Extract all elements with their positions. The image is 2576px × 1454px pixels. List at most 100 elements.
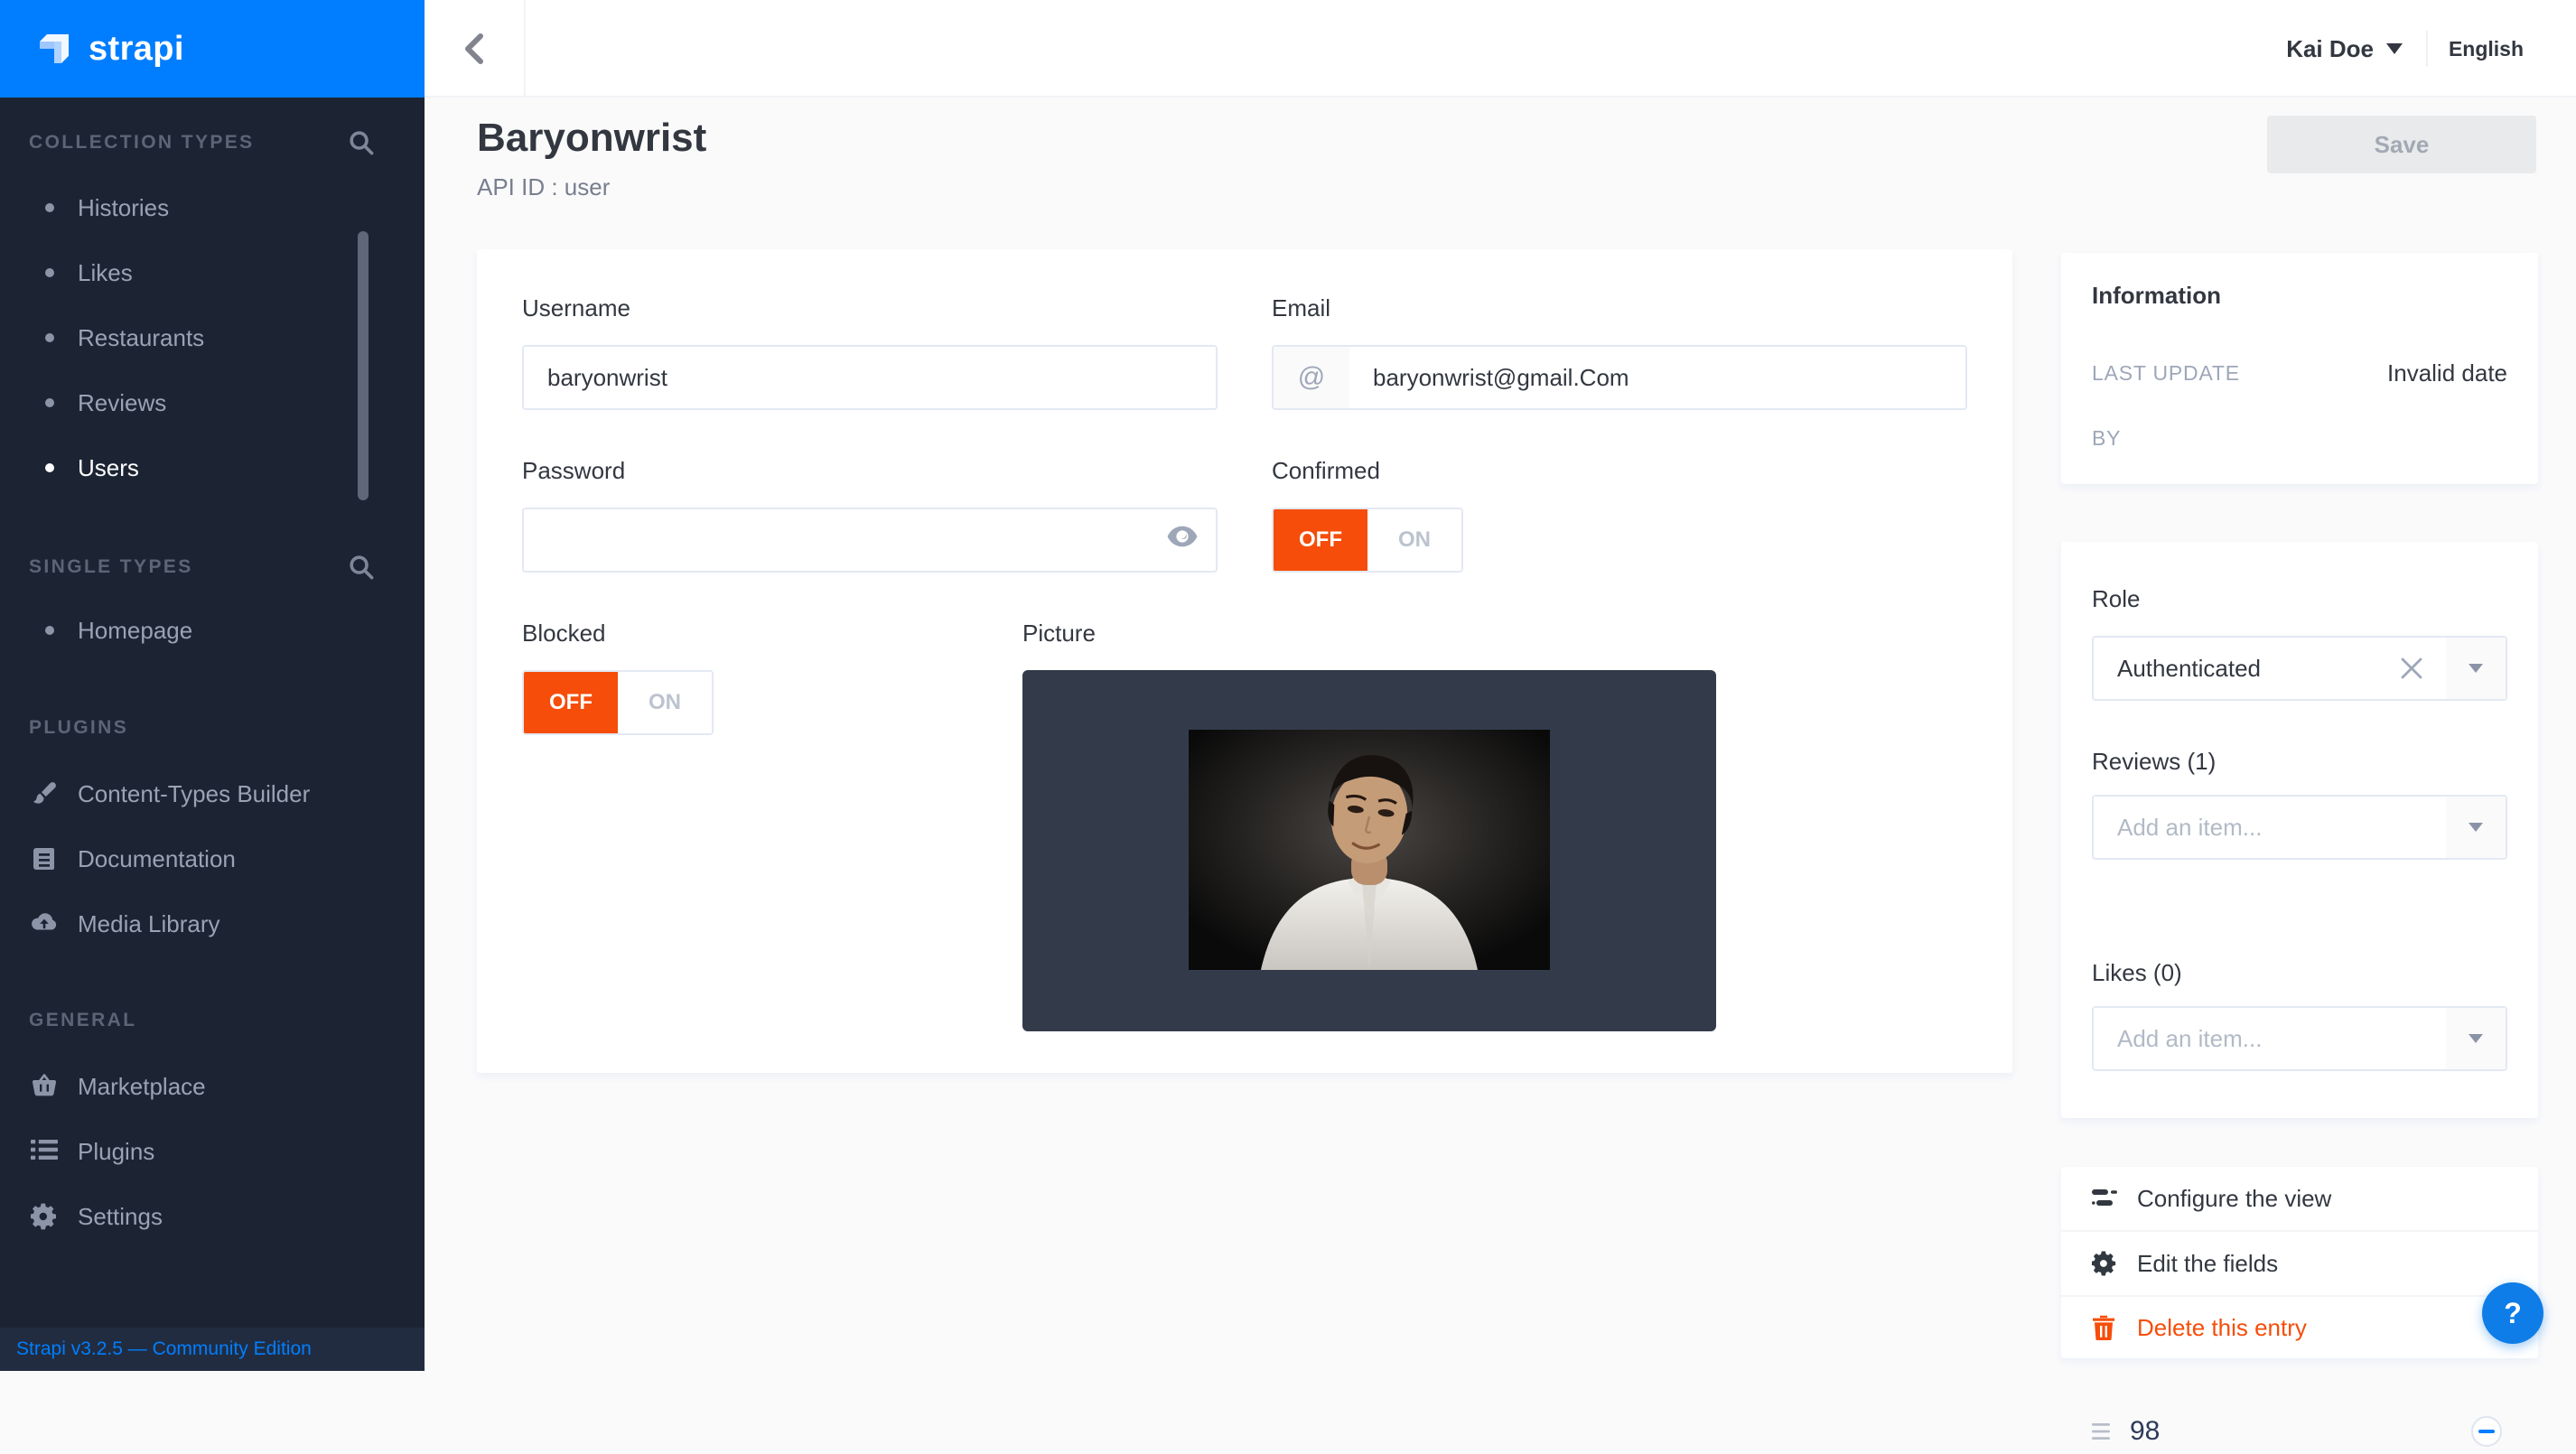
by-label: BY (2092, 426, 2121, 451)
cloud-upload-icon (31, 910, 58, 937)
topbar-divider (2426, 31, 2428, 67)
page-subtitle: API ID : user (477, 173, 610, 201)
sidebar-item-documentation[interactable]: Documentation (0, 845, 425, 872)
information-title: Information (2092, 282, 2221, 310)
confirmed-toggle: OFF ON (1272, 508, 1463, 573)
likes-add-placeholder: Add an item... (2094, 1025, 2446, 1053)
username-label: Username (522, 294, 630, 322)
reviews-add-placeholder: Add an item... (2094, 814, 2446, 842)
confirmed-label: Confirmed (1272, 457, 1380, 485)
sidebar-item-label: Reviews (78, 388, 166, 417)
sidebar-item-label: Users (78, 453, 139, 482)
last-update-value: Invalid date (2387, 359, 2507, 387)
plugins-section-title: PLUGINS (29, 717, 128, 739)
delete-entry-label: Delete this entry (2137, 1314, 2307, 1342)
sidebar-item-content-types-builder[interactable]: Content-Types Builder (0, 780, 425, 807)
sidebar: strapi COLLECTION TYPES Histories Likes … (0, 0, 425, 1371)
sidebar-item-label: Documentation (78, 845, 236, 872)
blocked-toggle: OFF ON (522, 670, 714, 735)
sidebar-item-label: Homepage (78, 616, 192, 645)
eye-icon[interactable] (1167, 526, 1198, 556)
sidebar-item-media-library[interactable]: Media Library (0, 910, 425, 937)
role-select[interactable]: Authenticated (2092, 636, 2507, 701)
relations-card: Role Authenticated Reviews (1) Add an it… (2061, 542, 2538, 1118)
sidebar-item-label: Settings (78, 1203, 163, 1230)
locale-toggle[interactable]: English (2449, 0, 2524, 98)
drag-handle-icon[interactable] (2092, 1423, 2110, 1440)
remove-minus-button[interactable] (2471, 1416, 2502, 1447)
information-card: Information LAST UPDATE Invalid date BY (2061, 253, 2538, 484)
sidebar-item-label: Histories (78, 193, 169, 222)
at-sign-addon: @ (1274, 347, 1349, 408)
sidebar-item-label: Plugins (78, 1138, 154, 1165)
email-input[interactable] (1349, 347, 1965, 408)
sidebar-scrollbar[interactable] (358, 231, 369, 500)
user-photo (1189, 730, 1550, 970)
blocked-toggle-off[interactable]: OFF (524, 672, 618, 733)
password-label: Password (522, 457, 625, 485)
user-name: Kai Doe (2286, 35, 2374, 63)
reviews-add-select[interactable]: Add an item... (2092, 795, 2507, 860)
review-relation-item: 98 (2092, 1414, 2507, 1454)
picture-label: Picture (1022, 620, 1096, 648)
review-item-link[interactable]: 98 (2130, 1416, 2160, 1447)
delete-entry-button[interactable]: Delete this entry (2061, 1297, 2538, 1358)
single-types-title: SINGLE TYPES (29, 556, 193, 578)
edit-form-card: Username Email @ Password Confirmed OFF … (477, 249, 2012, 1073)
list-icon (31, 1138, 58, 1165)
strapi-logo[interactable]: strapi (0, 0, 425, 98)
bullet-icon (45, 268, 54, 277)
email-label: Email (1272, 294, 1330, 322)
blocked-toggle-on[interactable]: ON (618, 672, 712, 733)
sidebar-item-plugins[interactable]: Plugins (0, 1138, 425, 1165)
edit-fields-button[interactable]: Edit the fields (2061, 1232, 2538, 1295)
blocked-label: Blocked (522, 620, 606, 648)
bullet-icon (45, 398, 54, 407)
sidebar-item-homepage[interactable]: Homepage (0, 616, 425, 645)
likes-label: Likes (0) (2092, 959, 2182, 987)
chevron-down-icon (2386, 43, 2403, 54)
bullet-icon (45, 463, 54, 472)
clear-icon[interactable] (2399, 656, 2424, 681)
role-label: Role (2092, 585, 2140, 613)
strapi-logo-icon (34, 29, 74, 69)
confirmed-toggle-on[interactable]: ON (1367, 509, 1461, 571)
topbar: Kai Doe English (425, 0, 2576, 98)
bullet-icon (45, 333, 54, 342)
username-input[interactable] (522, 345, 1218, 410)
sidebar-item-marketplace[interactable]: Marketplace (0, 1073, 425, 1100)
user-menu[interactable]: Kai Doe (2286, 0, 2403, 98)
chevron-down-icon[interactable] (2446, 797, 2506, 858)
collection-types-search-icon[interactable] (349, 130, 374, 155)
trash-icon (2092, 1315, 2117, 1340)
page-title: Baryonwrist (477, 116, 706, 161)
configure-view-button[interactable]: Configure the view (2061, 1167, 2538, 1230)
strapi-logo-text: strapi (89, 30, 184, 69)
password-field (522, 508, 1218, 573)
reviews-label: Reviews (1) (2092, 748, 2216, 776)
sidebar-item-label: Marketplace (78, 1073, 206, 1100)
help-button[interactable]: ? (2482, 1282, 2543, 1344)
sidebar-footer: Strapi v3.2.5 — Community Edition (0, 1328, 425, 1371)
version-link[interactable]: Strapi v3.2.5 — Community Edition (16, 1338, 312, 1360)
sidebar-item-label: Media Library (78, 910, 220, 937)
basket-icon (31, 1073, 58, 1100)
bullet-icon (45, 626, 54, 635)
chevron-down-icon[interactable] (2446, 1008, 2506, 1069)
save-button[interactable]: Save (2267, 116, 2536, 173)
single-types-search-icon[interactable] (349, 555, 374, 580)
sidebar-item-label: Likes (78, 258, 133, 287)
collection-types-title: COLLECTION TYPES (29, 132, 255, 154)
confirmed-toggle-off[interactable]: OFF (1274, 509, 1367, 571)
likes-add-select[interactable]: Add an item... (2092, 1006, 2507, 1071)
password-input[interactable] (522, 508, 1218, 573)
picture-media-box[interactable] (1022, 670, 1716, 1031)
back-button[interactable] (425, 0, 526, 98)
chevron-down-icon[interactable] (2446, 638, 2506, 699)
sidebar-item-settings[interactable]: Settings (0, 1203, 425, 1230)
sidebar-item-histories[interactable]: Histories (0, 193, 425, 222)
sliders-icon (2092, 1186, 2117, 1211)
sidebar-item-label: Restaurants (78, 323, 204, 352)
edit-fields-label: Edit the fields (2137, 1250, 2278, 1278)
sidebar-item-label: Content-Types Builder (78, 780, 310, 807)
